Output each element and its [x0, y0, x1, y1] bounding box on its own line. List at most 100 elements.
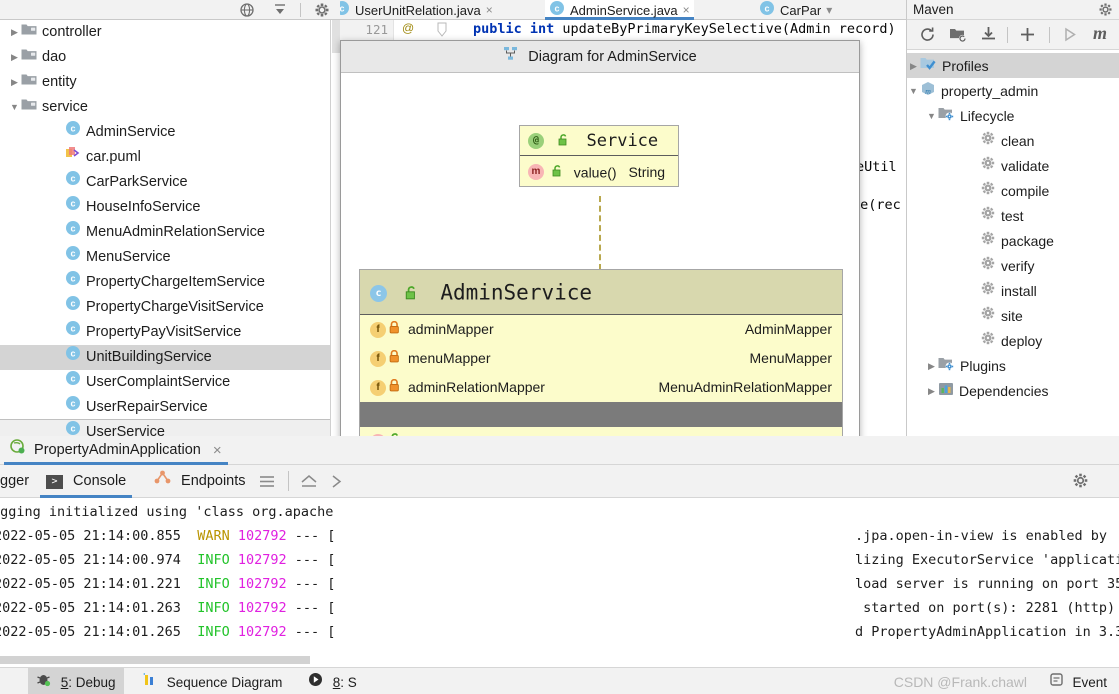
gear-icon [980, 154, 996, 179]
maven-toolbar[interactable]: m [907, 20, 1119, 50]
bookmark-gutter-icon[interactable] [437, 22, 447, 41]
maven-item-plugins[interactable]: ▶ Plugins [907, 353, 1119, 378]
maven-item-dependencies[interactable]: ▶ Dependencies [907, 378, 1119, 403]
field-badge-icon: f [370, 350, 386, 367]
add-icon[interactable] [1019, 26, 1036, 46]
member-name: menuMapper [408, 350, 491, 366]
tree-item-car-puml[interactable]: car.puml [0, 145, 340, 170]
class-node-title[interactable]: c AdminService [360, 270, 842, 315]
java-class-icon: c [65, 245, 81, 270]
chevron-right-icon[interactable]: ▶ [8, 45, 21, 70]
tree-item-houseinfoservice[interactable]: c HouseInfoService [0, 195, 340, 220]
run-icon[interactable] [1061, 26, 1078, 46]
run-tab-bar[interactable]: PropertyAdminApplication × [0, 436, 1119, 465]
project-tree-scrollbar[interactable] [330, 20, 341, 436]
editor-tab-userunitrelation-java[interactable]: c UserUnitRelation.java × [340, 0, 497, 20]
status-button-debug[interactable]: 5: Debug [28, 668, 124, 694]
code-line-121[interactable]: public int updateByPrimaryKeySelective(A… [473, 21, 896, 37]
status-button-services[interactable]: 8: S [300, 668, 365, 694]
maven-item-lifecycle[interactable]: ▼ Lifecycle [907, 103, 1119, 128]
close-icon[interactable]: × [683, 3, 690, 17]
tree-item-propertychargeitemservice[interactable]: c PropertyChargeItemService [0, 270, 340, 295]
tree-item-service[interactable]: ▼ service [0, 95, 340, 120]
console-gear-icon[interactable] [1072, 472, 1089, 492]
maven-item-profiles[interactable]: ▶ Profiles [907, 53, 1119, 78]
chevron-right-icon[interactable]: ▶ [925, 354, 938, 379]
scroll-icon[interactable] [330, 474, 344, 492]
tree-item-userservice[interactable]: c UserService [0, 419, 340, 436]
tree-item-dao[interactable]: ▶ dao [0, 45, 340, 70]
maven-item-package[interactable]: package [907, 228, 1119, 253]
run-tab-propertyadminapplication[interactable]: PropertyAdminApplication × [4, 436, 228, 465]
chevron-down-icon[interactable]: ▼ [925, 104, 938, 129]
maven-item-test[interactable]: test [907, 203, 1119, 228]
annotation-node-title[interactable]: @ Service [520, 126, 678, 156]
chevron-down-icon[interactable]: ▼ [8, 95, 21, 120]
tree-item-entity[interactable]: ▶ entity [0, 70, 340, 95]
maven-m-icon[interactable]: m [1093, 23, 1107, 44]
tree-item-controller[interactable]: ▶ controller [0, 20, 340, 45]
soft-wrap-icon[interactable] [300, 474, 318, 492]
chevron-right-icon[interactable]: ▶ [8, 70, 21, 95]
tree-item-menuservice[interactable]: c MenuService [0, 245, 340, 270]
maven-item-compile[interactable]: compile [907, 178, 1119, 203]
chevron-down-icon[interactable]: ▾ [826, 3, 832, 17]
annotation-member-row[interactable]: m value() String [520, 156, 678, 186]
collapse-all-icon[interactable] [272, 2, 288, 18]
project-tree-panel[interactable]: ▶ controller ▶ dao ▶ entity ▼ service c AdminServ… [0, 20, 340, 436]
maven-item-install[interactable]: install [907, 278, 1119, 303]
maven-item-verify[interactable]: verify [907, 253, 1119, 278]
maven-item-label: install [1001, 282, 1037, 299]
editor-tab-adminservice-java[interactable]: c AdminService.java × [545, 0, 694, 20]
hamburger-icon[interactable] [258, 474, 276, 492]
tab-console[interactable]: > Console [40, 465, 133, 498]
annotation-node-service[interactable]: @ Service m value() String [519, 125, 679, 187]
console-horizontal-scrollbar[interactable] [0, 656, 310, 664]
chevron-right-icon[interactable]: ▶ [907, 54, 920, 79]
maven-toolbar-divider-2 [1049, 27, 1050, 43]
maven-item-site[interactable]: site [907, 303, 1119, 328]
tree-item-propertychargevisitservice[interactable]: c PropertyChargeVisitService [0, 295, 340, 320]
tab-debugger[interactable]: gger [0, 465, 35, 498]
reload-icon[interactable] [919, 26, 936, 46]
maven-tree[interactable]: ▶ Profiles ▼ m property_admin ▼ Lifecycle clean… [907, 50, 1119, 403]
maven-item-label: test [1001, 207, 1024, 224]
class-field-row[interactable]: f adminRelationMapper MenuAdminRelationMap… [360, 373, 842, 402]
class-field-row[interactable]: f menuMapper MenuMapper [360, 344, 842, 373]
tab-endpoints[interactable]: Endpoints [148, 465, 252, 498]
console-tab-bar[interactable]: gger > Console Endpoints [0, 465, 1119, 498]
svg-text:c: c [70, 174, 75, 184]
class-fields-section[interactable]: f adminMapper AdminMapper f menuMapper MenuMa… [360, 315, 842, 402]
maven-item-validate[interactable]: validate [907, 153, 1119, 178]
settings-gear-icon[interactable] [314, 2, 330, 18]
download-sources-icon[interactable] [980, 26, 997, 46]
run-tool-window[interactable]: PropertyAdminApplication × gger > Consol… [0, 436, 1119, 694]
editor-tab-bar[interactable]: c UserUnitRelation.java × c AdminService.jav… [340, 0, 910, 20]
tree-item-adminservice[interactable]: c AdminService [0, 120, 340, 145]
maven-tool-window[interactable]: Maven m ▶ Profiles ▼ m property_admin ▼ Lifecy… [906, 0, 1119, 436]
console-line-right: load server is running on port 35 [855, 576, 1119, 592]
code-fragment-eutil[interactable]: eUtil [856, 159, 897, 175]
close-icon[interactable]: × [213, 442, 222, 459]
status-button-sequence-diagram[interactable]: Sequence Diagram [134, 668, 290, 694]
editor-tab-carpar[interactable]: c CarPar ▾ [755, 0, 836, 20]
chevron-down-icon[interactable]: ▼ [907, 79, 920, 104]
close-icon[interactable]: × [486, 3, 493, 17]
maven-item-property-admin[interactable]: ▼ m property_admin [907, 78, 1119, 103]
tree-item-propertypayvisitservice[interactable]: c PropertyPayVisitService [0, 320, 340, 345]
console-output[interactable]: ogging initialized using 'class org.apac… [0, 498, 1119, 665]
tree-item-usercomplaintservice[interactable]: c UserComplaintService [0, 370, 340, 395]
maven-item-deploy[interactable]: deploy [907, 328, 1119, 353]
maven-item-clean[interactable]: clean [907, 128, 1119, 153]
class-field-row[interactable]: f adminMapper AdminMapper [360, 315, 842, 344]
status-button-event-log[interactable]: Event [1041, 668, 1115, 694]
tree-item-carparkservice[interactable]: c CarParkService [0, 170, 340, 195]
chevron-right-icon[interactable]: ▶ [925, 379, 938, 404]
chevron-right-icon[interactable]: ▶ [8, 20, 21, 45]
tree-item-userrepairservice[interactable]: c UserRepairService [0, 395, 340, 420]
add-maven-project-icon[interactable] [949, 26, 967, 46]
annotation-gutter-icon[interactable]: @ [402, 21, 414, 35]
tree-item-unitbuildingservice[interactable]: c UnitBuildingService [0, 345, 340, 370]
globe-icon[interactable] [239, 2, 255, 18]
tree-item-menuadminrelationservice[interactable]: c MenuAdminRelationService [0, 220, 340, 245]
